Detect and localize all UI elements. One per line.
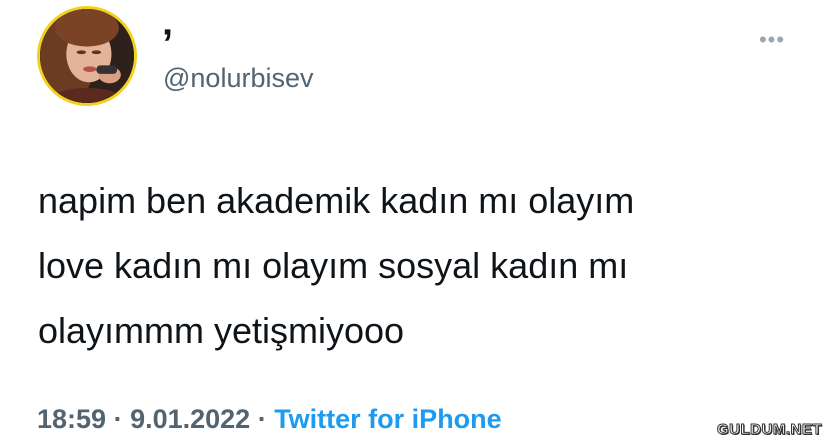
watermark: GULDUM.NET <box>717 421 823 439</box>
meta-separator: · <box>106 404 131 434</box>
tweet-date[interactable]: 9.01.2022 <box>130 404 250 434</box>
author-handle[interactable]: @nolurbisev <box>163 62 313 94</box>
avatar[interactable] <box>37 6 137 106</box>
more-horizontal-icon: ••• <box>758 27 786 52</box>
tweet-meta: 18:59 · 9.01.2022 · Twitter for iPhone <box>37 402 502 436</box>
avatar-image <box>40 9 134 103</box>
author-display-name[interactable]: ’ <box>162 24 173 64</box>
tweet-source-link[interactable]: Twitter for iPhone <box>274 404 502 434</box>
more-options-button[interactable]: ••• <box>752 26 792 54</box>
tweet-text: napim ben akademik kadın mı olayım love … <box>38 180 635 351</box>
tweet-time[interactable]: 18:59 <box>37 404 106 434</box>
meta-separator: · <box>250 404 275 434</box>
